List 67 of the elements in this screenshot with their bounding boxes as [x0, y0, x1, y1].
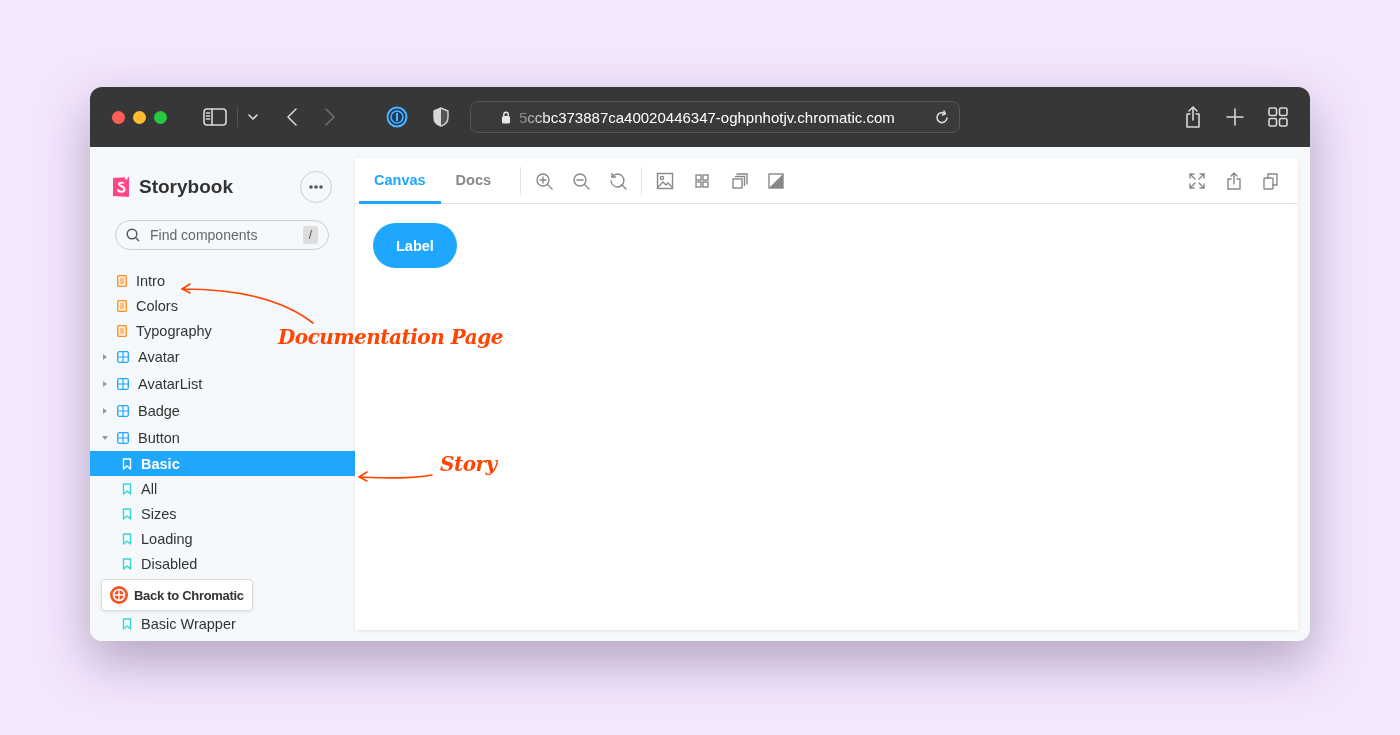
tree-item[interactable]: Typography: [90, 318, 218, 343]
annotation-label: Story: [440, 452, 497, 476]
bookmark-icon: [122, 532, 132, 545]
tab[interactable]: Docs: [440, 158, 507, 204]
annotation-label: Documentation Page: [278, 325, 503, 349]
tree-item[interactable]: Disabled: [90, 551, 204, 576]
bookmark-icon: [122, 457, 132, 470]
shortcut-key: /: [302, 226, 318, 244]
back-to-chromatic-button[interactable]: Back to Chromatic: [101, 579, 253, 611]
back-icon[interactable]: [286, 108, 298, 126]
zoom-out-icon[interactable]: [572, 171, 591, 190]
tree-item[interactable]: Avatar: [90, 343, 186, 370]
tree-item[interactable]: Basic Wrapper: [90, 611, 242, 636]
component-icon: [117, 404, 129, 417]
chevron-down-icon[interactable]: [248, 113, 258, 121]
caret-right-icon: [102, 353, 108, 360]
search-input[interactable]: Find components: [148, 226, 295, 244]
document-icon: [117, 274, 127, 287]
zoom-in-icon[interactable]: [535, 171, 554, 190]
outline-icon[interactable]: [730, 171, 749, 190]
bookmark-icon: [122, 482, 132, 495]
tree-item[interactable]: Button: [90, 424, 186, 451]
document-icon: [117, 299, 127, 312]
reset-zoom-icon[interactable]: [609, 171, 628, 190]
document-icon: [117, 324, 127, 337]
storybook-logo-icon: [112, 176, 131, 198]
reload-icon[interactable]: [935, 109, 949, 125]
fullscreen-icon[interactable]: [1188, 171, 1206, 190]
caret-right-icon: [102, 407, 108, 414]
tree-item[interactable]: AvatarList: [90, 370, 209, 397]
bookmark-icon: [122, 507, 132, 520]
contrast-icon[interactable]: [767, 171, 786, 190]
close-button[interactable]: [112, 110, 125, 124]
component-icon: [117, 377, 129, 390]
component-icon: [117, 431, 129, 444]
minimize-button[interactable]: [133, 110, 146, 124]
tree-item[interactable]: Loading: [90, 526, 199, 551]
tree-item[interactable]: Intro: [90, 268, 171, 293]
address-bar[interactable]: 5ccbc373887ca40020446347-oghpnhotjv.chromatic.com: [470, 101, 960, 133]
zoom-button[interactable]: [154, 110, 167, 124]
ellipsis-icon: [309, 185, 323, 189]
search-field[interactable]: Find components /: [115, 220, 329, 250]
forward-icon[interactable]: [324, 108, 336, 126]
sidebar-icon[interactable]: [203, 108, 227, 126]
url-text: 5ccbc373887ca40020446347-oghpnhotjv.chromatic.com: [519, 108, 895, 126]
tree-item[interactable]: Badge: [90, 397, 186, 424]
caret-right-icon: [102, 380, 108, 387]
brand-name: Storybook: [139, 176, 233, 198]
copy-icon[interactable]: [1262, 171, 1280, 190]
component-icon: [117, 350, 129, 363]
bookmark-icon: [122, 557, 132, 570]
tab-overview-icon[interactable]: [1268, 107, 1288, 127]
grid-icon[interactable]: [693, 171, 712, 190]
tree-item[interactable]: Colors: [90, 293, 184, 318]
caret-down-icon: [102, 434, 108, 441]
image-icon[interactable]: [656, 171, 675, 190]
new-tab-icon[interactable]: [1226, 108, 1244, 126]
lock-icon: [501, 110, 511, 124]
password-manager-icon[interactable]: [386, 106, 408, 128]
bookmark-icon: [122, 617, 132, 630]
tree-item[interactable]: All: [90, 476, 164, 501]
chromatic-logo-icon: [110, 586, 128, 604]
share-icon[interactable]: [1184, 106, 1202, 128]
search-icon: [126, 228, 140, 242]
tree-item[interactable]: Sizes: [90, 501, 183, 526]
more-button[interactable]: [300, 171, 332, 203]
shield-icon[interactable]: [432, 107, 450, 127]
